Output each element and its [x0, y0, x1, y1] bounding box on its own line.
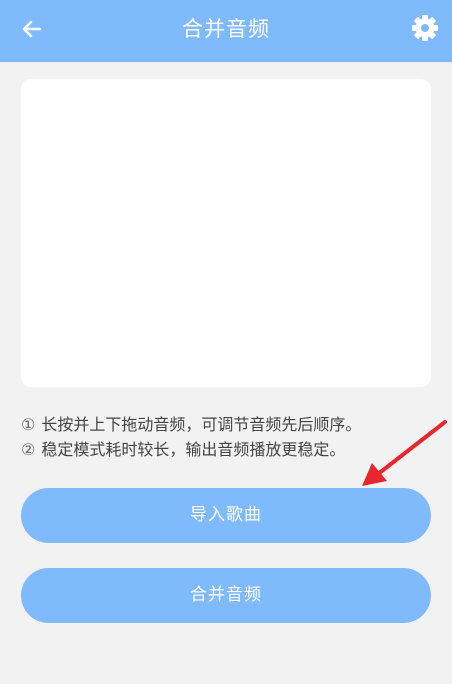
top-app-bar: 合并音频 [0, 0, 452, 62]
tip-line: ① 长按并上下拖动音频，可调节音频先后顺序。 [21, 412, 436, 437]
tip-number: ① [21, 415, 36, 434]
tip-line: ② 稳定模式耗时较长，输出音频播放更稳定。 [21, 437, 436, 462]
audio-list-panel[interactable] [21, 79, 431, 387]
settings-button[interactable] [406, 11, 444, 49]
merge-audio-button[interactable]: 合并音频 [21, 568, 431, 623]
tips-text: ① 长按并上下拖动音频，可调节音频先后顺序。 ② 稳定模式耗时较长，输出音频播放更稳… [21, 412, 436, 462]
tip-text: 稳定模式耗时较长，输出音频播放更稳定。 [41, 440, 346, 459]
import-songs-button[interactable]: 导入歌曲 [21, 488, 431, 543]
tip-text: 长按并上下拖动音频，可调节音频先后顺序。 [41, 415, 362, 434]
page-title: 合并音频 [182, 17, 270, 41]
tip-number: ② [21, 440, 36, 459]
gear-icon [411, 14, 439, 46]
